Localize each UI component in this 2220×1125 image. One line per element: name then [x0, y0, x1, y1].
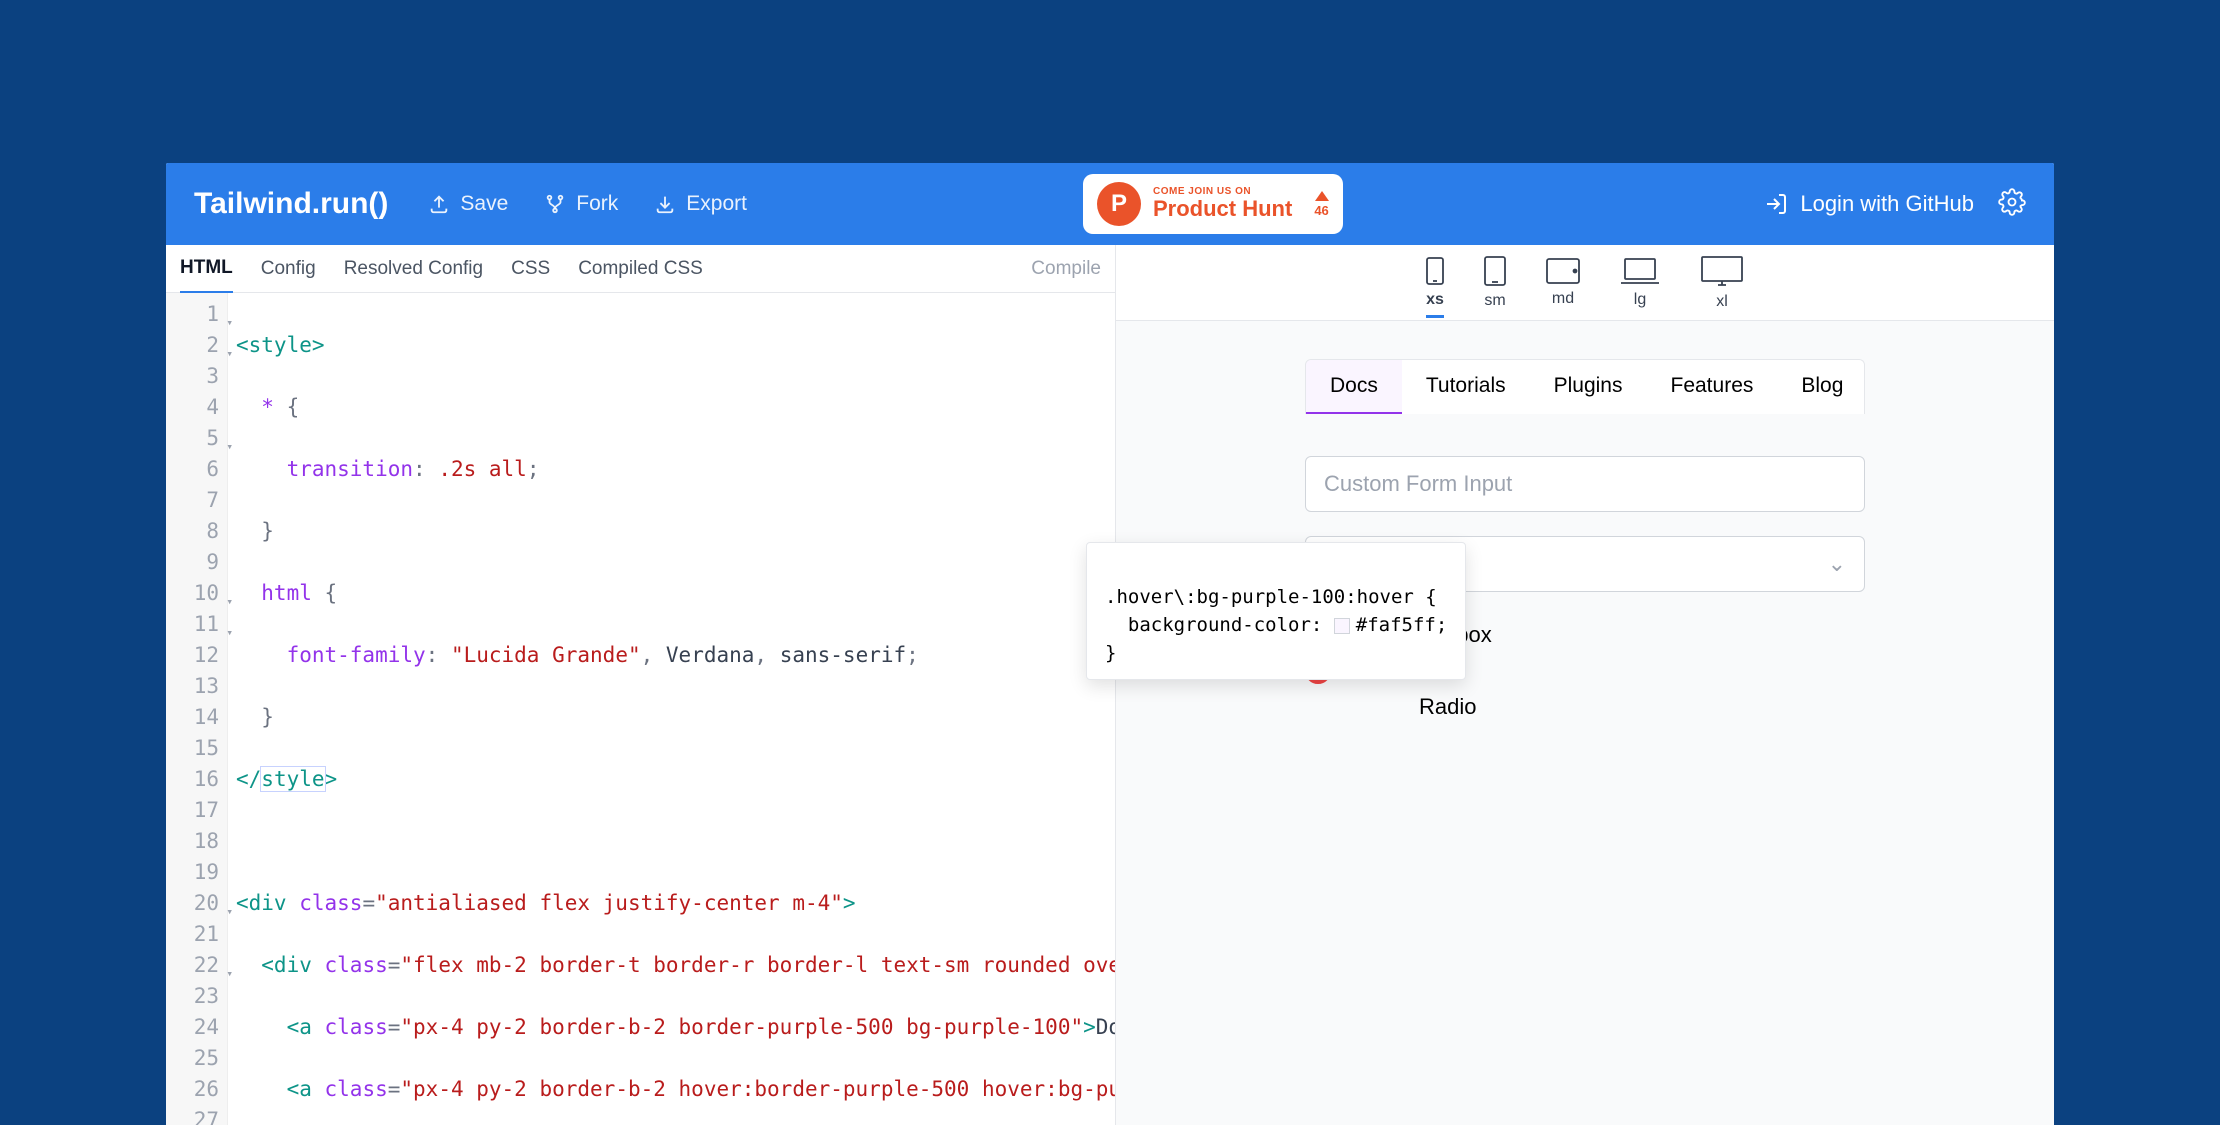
- preview-input[interactable]: [1305, 456, 1865, 512]
- product-hunt-badge[interactable]: P COME JOIN US ON Product Hunt 46: [1083, 174, 1343, 234]
- export-button[interactable]: Export: [654, 192, 747, 216]
- preview: Docs Tutorials Plugins Features Blog Opt…: [1116, 321, 2054, 1125]
- color-swatch: [1334, 618, 1350, 634]
- chevron-down-icon: ⌄: [1828, 551, 1846, 577]
- tab-css[interactable]: CSS: [511, 246, 550, 292]
- download-icon: [654, 193, 676, 215]
- preview-tab-docs[interactable]: Docs: [1306, 360, 1402, 414]
- topbar: Tailwind.run() Save Fork Export P COME J…: [166, 163, 2054, 245]
- breakpoint-lg[interactable]: lg: [1620, 257, 1660, 309]
- preview-tab-tutorials[interactable]: Tutorials: [1402, 360, 1530, 414]
- code-editor[interactable]: 1234 5678 9101112 13141516 17181920 2122…: [166, 293, 1115, 1125]
- phone-icon: [1426, 257, 1444, 285]
- phone-large-icon: [1484, 256, 1506, 286]
- login-button[interactable]: Login with GitHub: [1764, 191, 1974, 217]
- preview-tabs: Docs Tutorials Plugins Features Blog: [1305, 359, 1865, 414]
- save-button[interactable]: Save: [428, 192, 508, 216]
- preview-tab-blog[interactable]: Blog: [1777, 360, 1865, 414]
- preview-pane: xs sm md lg xl: [1116, 245, 2054, 1125]
- tab-html[interactable]: HTML: [180, 245, 233, 294]
- tablet-icon: [1546, 258, 1580, 284]
- tab-resolved-config[interactable]: Resolved Config: [344, 246, 483, 292]
- preview-tab-plugins[interactable]: Plugins: [1530, 360, 1647, 414]
- code-content: <style> * { transition: .2s all; } html …: [228, 293, 1115, 1125]
- preview-tab-features[interactable]: Features: [1647, 360, 1778, 414]
- upload-icon: [428, 193, 450, 215]
- gear-icon: [1998, 188, 2026, 216]
- breakpoint-sm[interactable]: sm: [1484, 256, 1506, 310]
- tab-config[interactable]: Config: [261, 246, 316, 292]
- upvote-icon: [1315, 191, 1329, 201]
- main: HTML Config Resolved Config CSS Compiled…: [166, 245, 2054, 1125]
- brand: Tailwind.run(): [194, 187, 388, 221]
- editor-pane: HTML Config Resolved Config CSS Compiled…: [166, 245, 1116, 1125]
- laptop-icon: [1620, 257, 1660, 285]
- fork-icon: [544, 193, 566, 215]
- css-tooltip: .hover\:bg-purple-100:hover { background…: [1086, 542, 1466, 680]
- compile-button[interactable]: Compile: [1031, 258, 1101, 280]
- breakpoint-md[interactable]: md: [1546, 258, 1580, 308]
- breakpoint-xl[interactable]: xl: [1700, 255, 1744, 311]
- code-tabs: HTML Config Resolved Config CSS Compiled…: [166, 245, 1115, 293]
- gutter: 1234 5678 9101112 13141516 17181920 2122…: [166, 293, 228, 1125]
- desktop-icon: [1700, 255, 1744, 287]
- tab-compiled-css[interactable]: Compiled CSS: [578, 246, 703, 292]
- login-icon: [1764, 192, 1788, 216]
- fork-button[interactable]: Fork: [544, 192, 618, 216]
- preview-radio-row-2[interactable]: Radio: [1305, 694, 1865, 720]
- breakpoint-bar: xs sm md lg xl: [1116, 245, 2054, 321]
- breakpoint-xs[interactable]: xs: [1426, 257, 1444, 318]
- settings-button[interactable]: [1998, 188, 2026, 221]
- product-hunt-icon: P: [1097, 182, 1141, 226]
